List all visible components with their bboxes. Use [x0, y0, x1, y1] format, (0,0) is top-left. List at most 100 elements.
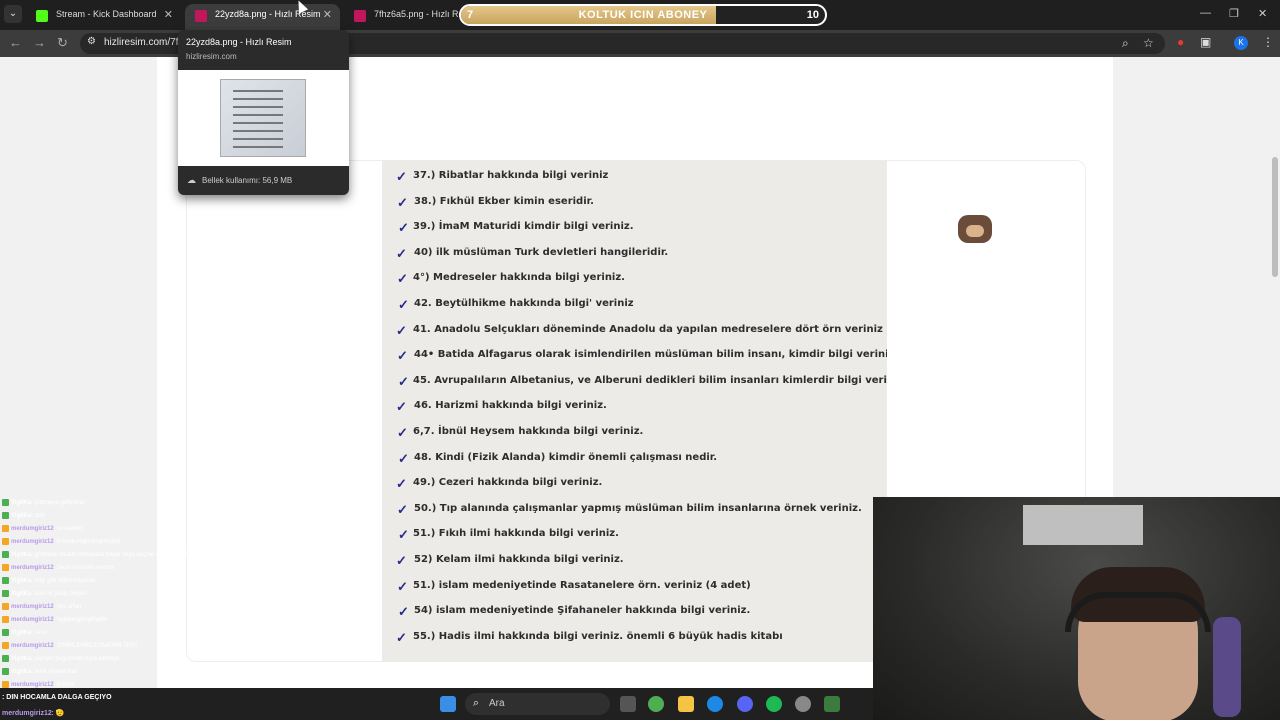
maximize-icon[interactable]: ❐ — [1229, 7, 1239, 20]
question-line: 38.) Fıkhül Ekber kimin eseridir. — [414, 195, 594, 207]
reload-icon[interactable]: ↻ — [57, 35, 68, 51]
check-mark-icon: ✓ — [398, 450, 409, 466]
check-mark-icon: ✓ — [396, 553, 407, 568]
chat-message: merdumgiriz12: ko kardeş — [2, 525, 83, 537]
chat-badge-icon — [2, 577, 9, 584]
tab-7fhz6a5[interactable]: 7fhz6a5.png - Hızlı Resim — [344, 4, 478, 30]
chat-message: merdumgiriz12: fagleongitinglingitn — [2, 616, 107, 628]
check-mark-icon: ✓ — [396, 169, 407, 184]
steam-icon[interactable] — [795, 696, 811, 712]
taskbar-search-placeholder: Ara — [489, 698, 505, 709]
chat-text: : yüzmeye gidiyorlar — [31, 500, 85, 507]
chat-username: merdumgiriz12 — [11, 617, 54, 624]
forward-icon[interactable]: → — [33, 35, 46, 50]
site-info-icon[interactable]: ⚙ — [87, 36, 96, 47]
uploaded-image[interactable]: ✓ 37.) Ribatlar hakkında bilgi veriniz ✓ 38… — [382, 160, 887, 662]
task-view-icon[interactable] — [620, 696, 636, 712]
chat-username: YigitKa — [11, 552, 32, 559]
chat-username: YigitKa — [11, 630, 32, 637]
check-mark-icon: ✓ — [396, 476, 407, 492]
spotify-icon[interactable] — [766, 696, 782, 712]
check-mark-icon: ✓ — [396, 245, 407, 261]
preview-title: 22yzd8a.png - Hızlı Resim — [186, 37, 292, 47]
hizliresim-icon — [195, 10, 207, 22]
chat-username: merdumgiriz12 — [11, 643, 54, 650]
question-line: 50.) Tıp alanında çalışmanlar yapmış müs… — [414, 502, 862, 514]
chat-message: merdumgiriz12: Enerdumgitçongitmyliini — [2, 538, 120, 550]
chat-message: YigitKa: şişman bugünnebutuya kendiye — [2, 655, 119, 667]
chat-text: : lipy urfan — [53, 604, 82, 611]
memory-usage: Bellek kullanımı: 56,9 MB — [202, 176, 293, 185]
chat-message: YigitKa: sesli — [2, 629, 47, 641]
chat-badge-icon — [2, 551, 9, 558]
chat-message: YigitKa: ama ziyaret bali — [2, 668, 77, 680]
chat-alert: : DIN HOCAMLA DALGA GEÇIYO — [2, 694, 112, 701]
question-line: 51.) islam medeniyetinde Rasatanelere ör… — [413, 579, 751, 591]
tab-22yzd8a[interactable]: 22yzd8a.png - Hızlı Resim ✕ — [185, 4, 340, 30]
emote-sticker — [958, 215, 992, 243]
chat-badge-icon — [2, 512, 9, 519]
webcam-window-light — [1023, 505, 1143, 545]
profile-avatar[interactable]: K — [1234, 36, 1248, 50]
file-explorer-icon[interactable] — [678, 696, 694, 712]
chat-text: : Seze etmiceni enoom — [53, 565, 115, 572]
chat-alert-text: : 🫡 — [51, 710, 65, 717]
chat-username: YigitKa — [11, 591, 32, 598]
zoom-icon[interactable]: ⌕ — [1122, 36, 1129, 51]
chat-badge-icon — [2, 499, 9, 506]
check-mark-icon: ✓ — [398, 297, 409, 312]
tab-search-button[interactable]: ⌄ — [4, 5, 22, 23]
taskbar-search[interactable]: ⌕ Ara — [465, 693, 610, 715]
chrome-icon[interactable] — [648, 696, 664, 712]
extensions-puzzle-icon[interactable]: ▣ — [1200, 35, 1211, 49]
check-mark-icon: ✓ — [398, 373, 409, 389]
chat-text: : fagleongitinglingitn — [53, 617, 107, 624]
chat-text: : ama ziyaret bali — [31, 669, 77, 676]
question-line: 4°) Medreseler hakkında bilgi yeriniz. — [413, 272, 625, 284]
chat-text: : SİNİRLENİRLENMENİR TERİ — [53, 643, 137, 650]
question-line: 37.) Ribatlar hakkında bilgi veriniz — [413, 170, 609, 181]
extension-icon[interactable]: ● — [1177, 35, 1184, 49]
goal-label: KOLTUK ICIN ABONEY — [578, 9, 708, 21]
close-icon[interactable]: ✕ — [323, 8, 332, 21]
scroll-thumb[interactable] — [1272, 157, 1278, 277]
question-line: 55.) Hadis ilmi hakkında bilgi veriniz. … — [413, 630, 783, 642]
chat-badge-icon — [2, 525, 9, 532]
chat-message: YigitKa: dsfs — [2, 512, 46, 524]
chat-text: : bilgi gibi tilğünmiyorum — [31, 578, 96, 585]
check-mark-icon: ✓ — [397, 501, 408, 517]
chat-badge-icon — [2, 564, 9, 571]
minimize-icon[interactable]: — — [1200, 7, 1211, 19]
window-close-icon[interactable]: ✕ — [1258, 7, 1267, 20]
bookmark-star-icon[interactable]: ☆ — [1143, 36, 1154, 50]
question-line: 54) islam medeniyetinde Şifahaneler hakk… — [414, 605, 751, 617]
edge-icon[interactable] — [707, 696, 723, 712]
question-line: 46. Harizmi hakkında bilgi veriniz. — [414, 400, 607, 412]
chat-username: merdumgiriz12 — [11, 526, 54, 533]
webcam-feed — [873, 497, 1280, 720]
app-icon[interactable] — [824, 696, 840, 712]
close-icon[interactable]: ✕ — [164, 8, 173, 21]
chat-message: YigitKa: bos mi yaniş biliyen — [2, 590, 87, 602]
back-icon[interactable]: ← — [9, 35, 22, 50]
question-line: 48. Kindi (Fizik Alanda) kimdir önemli ç… — [414, 451, 718, 463]
tab-hover-preview: 22yzd8a.png - Hızlı Resim hizliresim.com… — [178, 30, 349, 195]
discord-icon[interactable] — [737, 696, 753, 712]
chat-username: YigitKa — [11, 500, 32, 507]
tab-kick-dashboard[interactable]: Stream - Kick Dashboard ✕ — [26, 4, 181, 30]
chat-username: YigitKa — [11, 656, 32, 663]
question-line: 52) Kelam ilmi hakkında bilgi veriniz. — [414, 554, 624, 565]
tab-strip: ⌄ Stream - Kick Dashboard ✕ 22yzd8a.png … — [0, 0, 1280, 30]
check-mark-icon: ✓ — [397, 425, 408, 440]
chat-message: YigitKa: yüzmeye gidiyorlar — [2, 499, 85, 511]
preview-thumbnail-area — [178, 70, 349, 166]
chat-text: : ko kardeş — [53, 526, 84, 533]
menu-kebab-icon[interactable]: ⋮ — [1262, 35, 1274, 49]
chat-message: YigitKa: göbkeck stealth homeland başla … — [2, 551, 218, 563]
headset — [1065, 592, 1211, 632]
windows-start-icon[interactable] — [440, 696, 456, 712]
question-line: 6,7. İbnül Heysem hakkında bilgi veriniz… — [413, 426, 644, 437]
chat-text: : sesli — [31, 630, 47, 637]
chat-badge-icon — [2, 642, 9, 649]
windows-taskbar: ⌕ Ara — [0, 688, 873, 720]
